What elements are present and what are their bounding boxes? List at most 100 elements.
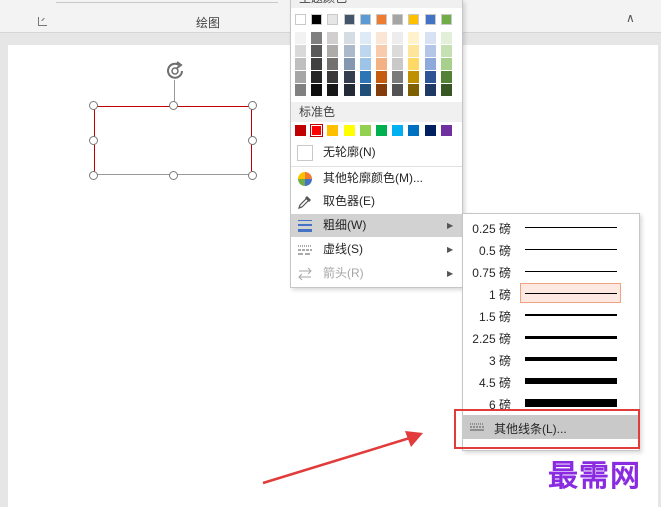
theme-shade-swatch[interactable] [376, 58, 387, 70]
weight-option[interactable]: 2.25 磅 [463, 326, 639, 348]
theme-shade-swatch[interactable] [295, 32, 306, 44]
resize-handle-top[interactable] [169, 101, 178, 110]
theme-shade-swatch[interactable] [343, 45, 355, 57]
theme-color-swatch[interactable] [440, 14, 452, 25]
theme-shade-swatch[interactable] [327, 45, 339, 57]
theme-shade-swatch[interactable] [327, 58, 339, 70]
theme-shade-swatch[interactable] [424, 71, 436, 83]
theme-shade-swatch[interactable] [424, 58, 436, 70]
drawing-group-label: 绘图 [196, 16, 221, 30]
collapse-ribbon-icon[interactable]: ∧ [626, 11, 635, 25]
standard-color-swatch[interactable] [424, 125, 436, 136]
weight-option[interactable]: 0.75 磅 [463, 260, 639, 282]
theme-color-swatch[interactable] [343, 14, 355, 25]
theme-shade-swatch[interactable] [359, 58, 371, 70]
standard-color-swatch[interactable] [327, 125, 339, 136]
weight-option[interactable]: 0.5 磅 [463, 238, 639, 260]
resize-handle-bottom[interactable] [169, 171, 178, 180]
theme-shade-swatch[interactable] [295, 58, 306, 70]
theme-shade-swatch[interactable] [408, 58, 420, 70]
theme-color-swatch[interactable] [392, 14, 404, 25]
theme-shade-swatch[interactable] [327, 71, 339, 83]
theme-shade-swatch[interactable] [295, 71, 306, 83]
standard-color-swatch[interactable] [392, 125, 404, 136]
theme-shade-swatch[interactable] [392, 32, 404, 44]
weight-item[interactable]: 粗细(W) ▶ [291, 214, 462, 237]
weight-option-line [525, 227, 617, 228]
theme-shade-swatch[interactable] [392, 84, 404, 96]
dashes-item[interactable]: 虚线(S) ▶ [291, 238, 462, 261]
arrows-item: 箭头(R) ▶ [291, 262, 462, 285]
arrows-icon [298, 267, 312, 281]
theme-shade-swatch[interactable] [392, 71, 404, 83]
theme-shade-swatch[interactable] [440, 84, 452, 96]
no-outline-label: 无轮廓(N) [323, 145, 376, 159]
theme-shade-swatch[interactable] [440, 32, 452, 44]
theme-shade-swatch[interactable] [376, 84, 387, 96]
theme-shade-swatch[interactable] [343, 84, 355, 96]
theme-shade-swatch[interactable] [440, 45, 452, 57]
no-outline-item[interactable]: 无轮廓(N) [291, 141, 462, 164]
weight-option[interactable]: 1.5 磅 [463, 304, 639, 326]
theme-shade-swatch[interactable] [327, 32, 339, 44]
theme-shade-swatch[interactable] [295, 84, 306, 96]
resize-handle-bottom-left[interactable] [89, 171, 98, 180]
theme-shade-swatch[interactable] [311, 84, 323, 96]
standard-color-swatch[interactable] [343, 125, 355, 136]
theme-shade-swatch[interactable] [311, 71, 323, 83]
theme-shade-swatch[interactable] [343, 71, 355, 83]
resize-handle-bottom-right[interactable] [248, 171, 257, 180]
theme-shade-swatch[interactable] [327, 84, 339, 96]
rectangle-shape[interactable] [94, 106, 252, 175]
theme-shade-swatch[interactable] [343, 58, 355, 70]
weight-option[interactable]: 3 磅 [463, 348, 639, 370]
resize-handle-top-right[interactable] [248, 101, 257, 110]
weight-option[interactable]: 0.25 磅 [463, 216, 639, 238]
theme-color-swatch[interactable] [424, 14, 436, 25]
theme-color-swatch[interactable] [295, 14, 306, 25]
standard-color-swatch[interactable] [440, 125, 452, 136]
weight-option[interactable]: 1 磅 [463, 282, 639, 304]
theme-shade-swatch[interactable] [424, 84, 436, 96]
theme-shade-swatch[interactable] [408, 84, 420, 96]
theme-shade-swatch[interactable] [359, 32, 371, 44]
theme-shade-swatch[interactable] [311, 58, 323, 70]
theme-shade-swatch[interactable] [311, 45, 323, 57]
standard-color-swatch[interactable] [295, 125, 306, 136]
standard-color-swatch[interactable] [359, 125, 371, 136]
theme-shade-swatch[interactable] [359, 45, 371, 57]
theme-shade-swatch[interactable] [376, 32, 387, 44]
theme-shade-swatch[interactable] [424, 45, 436, 57]
theme-color-swatch[interactable] [408, 14, 420, 25]
theme-shade-swatch[interactable] [359, 84, 371, 96]
theme-shade-swatch[interactable] [392, 45, 404, 57]
theme-shade-swatch[interactable] [392, 58, 404, 70]
eyedropper-item[interactable]: 取色器(E) [291, 190, 462, 213]
dialog-launcher-icon[interactable] [38, 17, 47, 26]
resize-handle-top-left[interactable] [89, 101, 98, 110]
standard-color-swatch[interactable] [310, 124, 324, 137]
theme-shade-swatch[interactable] [408, 32, 420, 44]
rotate-handle-icon[interactable] [164, 60, 186, 82]
standard-color-swatch[interactable] [376, 125, 387, 136]
theme-shade-swatch[interactable] [424, 32, 436, 44]
theme-color-swatch[interactable] [376, 14, 387, 25]
theme-shade-swatch[interactable] [311, 32, 323, 44]
theme-shade-swatch[interactable] [376, 71, 387, 83]
theme-color-swatch[interactable] [327, 14, 339, 25]
theme-shade-swatch[interactable] [408, 45, 420, 57]
theme-shade-swatch[interactable] [408, 71, 420, 83]
more-outline-colors-item[interactable]: 其他轮廓颜色(M)... [291, 167, 462, 190]
theme-shade-swatch[interactable] [440, 58, 452, 70]
theme-shade-swatch[interactable] [343, 32, 355, 44]
theme-shade-swatch[interactable] [440, 71, 452, 83]
resize-handle-left[interactable] [89, 136, 98, 145]
resize-handle-right[interactable] [248, 136, 257, 145]
theme-color-swatch[interactable] [359, 14, 371, 25]
theme-shade-swatch[interactable] [376, 45, 387, 57]
theme-color-swatch[interactable] [311, 14, 323, 25]
weight-option[interactable]: 4.5 磅 [463, 370, 639, 392]
theme-shade-swatch[interactable] [295, 45, 306, 57]
standard-color-swatch[interactable] [408, 125, 420, 136]
theme-shade-swatch[interactable] [359, 71, 371, 83]
